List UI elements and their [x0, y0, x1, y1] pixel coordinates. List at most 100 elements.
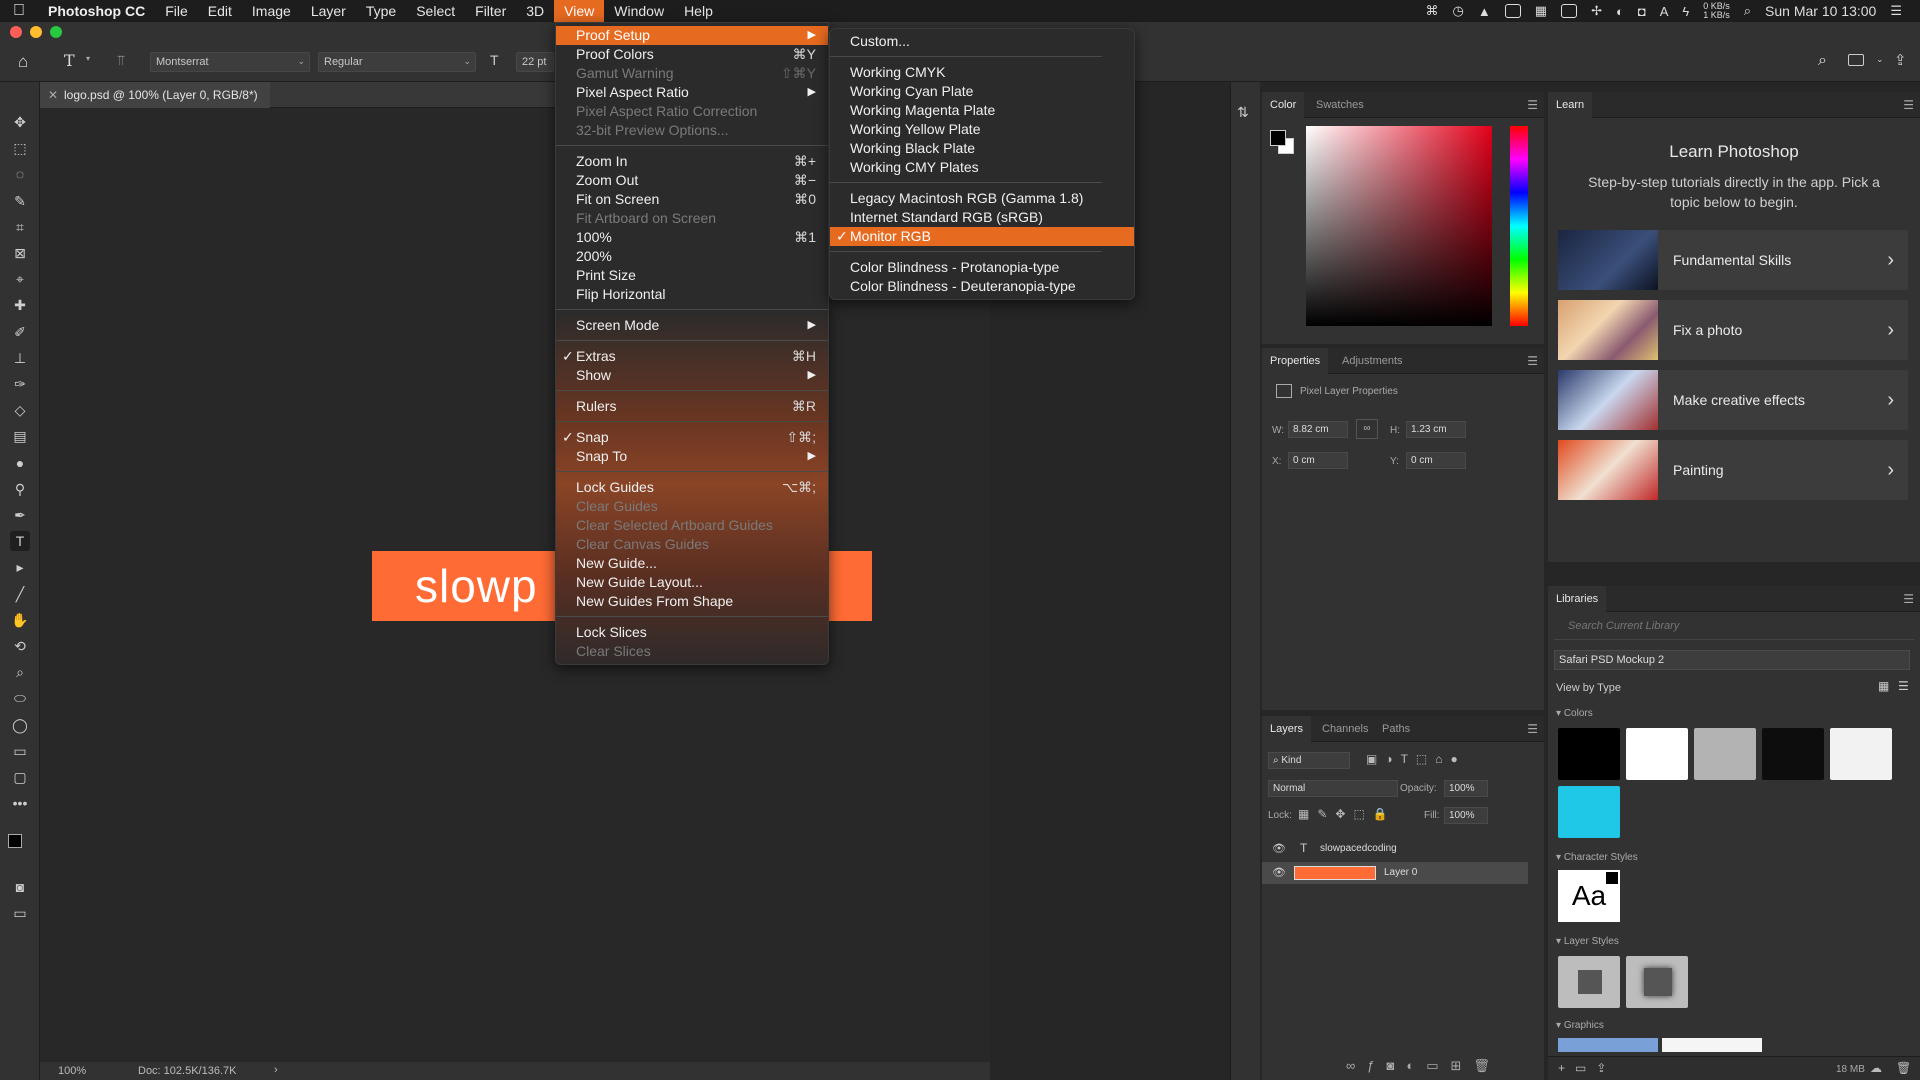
graphic-thumb-2[interactable]	[1662, 1038, 1762, 1052]
menu-item-rulers[interactable]: Rulers ⌘R	[556, 397, 828, 416]
history-brush-tool-icon[interactable]: ✑	[10, 374, 30, 394]
eyedropper-tool-icon[interactable]: ⌖	[10, 269, 30, 289]
bluetooth-icon[interactable]: ✢	[1591, 3, 1602, 19]
layer-filter-icons[interactable]: ▣◑T⬚⌂●	[1366, 752, 1466, 766]
library-color-swatch[interactable]	[1762, 728, 1824, 780]
width-field[interactable]: 8.82 cm	[1288, 421, 1348, 438]
menu-item-100[interactable]: 100% ⌘1	[556, 228, 828, 247]
menu-item-new-guide[interactable]: New Guide...	[556, 554, 828, 573]
hand-tool-icon[interactable]: ✋	[10, 610, 30, 630]
rotate-view-tool-icon[interactable]: ⟲	[10, 636, 30, 656]
stamp-tool-icon[interactable]: ⊥	[10, 348, 30, 368]
panel-menu-icon[interactable]: ☰	[1527, 722, 1538, 736]
color-field[interactable]	[1306, 126, 1492, 326]
screen-mode-icon[interactable]: ▭	[10, 903, 30, 923]
type-tool-preset-icon[interactable]: T	[64, 51, 75, 70]
list-view-icon[interactable]: ☰	[1898, 679, 1909, 693]
graphics-section-title[interactable]: ▾ Graphics	[1556, 1020, 1604, 1031]
pen-tool-icon[interactable]: ✒	[10, 505, 30, 525]
rectangle-tool-icon[interactable]: ▭	[10, 741, 30, 761]
panel-menu-icon[interactable]: ☰	[1527, 354, 1538, 368]
menu-item-pixel-aspect-ratio[interactable]: Pixel Aspect Ratio ▶	[556, 83, 828, 102]
document-tab[interactable]: ✕ logo.psd @ 100% (Layer 0, RGB/8*)	[40, 82, 270, 108]
menu-item-snap-to[interactable]: Snap To ▶	[556, 447, 828, 466]
x-field[interactable]: 0 cm	[1288, 452, 1348, 469]
menu-item-zoom-in[interactable]: Zoom In ⌘+	[556, 152, 828, 171]
menu-item-flip-horizontal[interactable]: Flip Horizontal	[556, 285, 828, 304]
fg-color-chip[interactable]	[1270, 130, 1286, 146]
spotlight-icon[interactable]: ⌕	[1744, 3, 1751, 19]
status-arrow-icon[interactable]: ›	[274, 1064, 278, 1076]
line-tool-icon[interactable]: ╱	[10, 584, 30, 604]
blend-mode-select[interactable]: Normal	[1268, 780, 1398, 797]
menu-type[interactable]: Type	[356, 0, 406, 22]
menu-item-lock-slices[interactable]: Lock Slices	[556, 623, 828, 642]
menu-item-color-blindness-protanopia-type[interactable]: Color Blindness - Protanopia-type	[830, 258, 1134, 277]
clock[interactable]: Sun Mar 10 13:00	[1765, 3, 1876, 19]
menu-item-new-guide-layout[interactable]: New Guide Layout...	[556, 573, 828, 592]
time-machine-icon[interactable]: ◷	[1453, 3, 1464, 19]
layer-style-2[interactable]	[1626, 956, 1688, 1008]
display-icon[interactable]	[1504, 4, 1521, 18]
menu-item-working-yellow-plate[interactable]: Working Yellow Plate	[830, 120, 1134, 139]
link-icon[interactable]: ∞	[1356, 419, 1378, 439]
ellipse-tool-icon[interactable]: ⬭	[10, 688, 30, 708]
menu-item-zoom-out[interactable]: Zoom Out ⌘−	[556, 171, 828, 190]
more-tools-icon[interactable]: •••	[10, 793, 30, 813]
doc-size[interactable]: Doc: 102.5K/136.7K	[138, 1065, 236, 1077]
library-color-swatch[interactable]	[1626, 728, 1688, 780]
menu-item-working-black-plate[interactable]: Working Black Plate	[830, 139, 1134, 158]
menu-item-200[interactable]: 200%	[556, 247, 828, 266]
menu-window[interactable]: Window	[604, 0, 674, 22]
menu-item-working-cyan-plate[interactable]: Working Cyan Plate	[830, 82, 1134, 101]
visibility-eye-icon[interactable]: 👁	[1272, 842, 1286, 855]
notification-center-icon[interactable]: ☰	[1890, 3, 1902, 19]
menu-item-custom[interactable]: Custom...	[830, 32, 1134, 51]
input-source-icon[interactable]: A	[1660, 4, 1669, 19]
tab-swatches[interactable]: Swatches	[1308, 92, 1372, 118]
learn-card[interactable]: Make creative effects ›	[1558, 370, 1908, 430]
library-color-swatch[interactable]	[1558, 728, 1620, 780]
menu-file[interactable]: File	[155, 0, 198, 22]
tab-learn[interactable]: Learn	[1548, 92, 1593, 118]
workspace-icon[interactable]	[1848, 54, 1864, 66]
foreground-color-swatch[interactable]	[8, 834, 22, 848]
crop-tool-icon[interactable]: ⌗	[10, 217, 30, 237]
menu-item-color-blindness-deuteranopia-type[interactable]: Color Blindness - Deuteranopia-type	[830, 277, 1134, 296]
menu-item-monitor-rgb[interactable]: ✓ Monitor RGB	[830, 227, 1134, 246]
height-field[interactable]: 1.23 cm	[1406, 421, 1466, 438]
colors-section-title[interactable]: ▾ Colors	[1556, 708, 1593, 719]
menu-item-snap[interactable]: ✓ Snap ⇧⌘;	[556, 428, 828, 447]
menu-item-working-magenta-plate[interactable]: Working Magenta Plate	[830, 101, 1134, 120]
tab-libraries[interactable]: Libraries	[1548, 586, 1607, 612]
app-name-menu[interactable]: Photoshop CC	[38, 3, 155, 19]
menu-item-new-guides-from-shape[interactable]: New Guides From Shape	[556, 592, 828, 611]
character-styles-title[interactable]: ▾ Character Styles	[1556, 852, 1638, 863]
healing-tool-icon[interactable]: ✚	[10, 295, 30, 315]
tab-properties[interactable]: Properties	[1262, 348, 1329, 374]
menu-image[interactable]: Image	[242, 0, 301, 22]
artwork-text[interactable]: slowp	[415, 551, 538, 621]
font-style-select[interactable]: Regular ⌄	[318, 52, 476, 72]
menu-item-show[interactable]: Show ▶	[556, 366, 828, 385]
font-family-select[interactable]: Montserrat ⌄	[150, 52, 310, 72]
visibility-eye-icon[interactable]: 👁	[1272, 866, 1286, 879]
learn-card[interactable]: Painting ›	[1558, 440, 1908, 500]
menu-item-print-size[interactable]: Print Size	[556, 266, 828, 285]
tab-paths[interactable]: Paths	[1374, 716, 1418, 742]
menu-layer[interactable]: Layer	[301, 0, 356, 22]
grid-icon[interactable]: ▦	[1535, 3, 1547, 19]
lock-icons[interactable]: ▦✎✥⬚🔒	[1298, 807, 1396, 821]
menu-item-proof-setup[interactable]: Proof Setup ▶	[556, 26, 828, 45]
move-tool-icon[interactable]: ✥	[10, 112, 30, 132]
learn-card[interactable]: Fix a photo ›	[1558, 300, 1908, 360]
library-search-input[interactable]: Search Current Library	[1554, 620, 1914, 640]
menu-item-proof-colors[interactable]: Proof Colors ⌘Y	[556, 45, 828, 64]
text-orientation-icon[interactable]: ⫪	[117, 52, 125, 69]
lock-icon[interactable]: ▲	[1478, 4, 1491, 19]
lasso-tool-icon[interactable]: ◌	[10, 164, 30, 184]
library-color-swatch[interactable]	[1694, 728, 1756, 780]
font-size-field[interactable]: 22 pt	[516, 52, 554, 72]
menu-view[interactable]: View	[554, 0, 605, 22]
sync-icon[interactable]: ☁	[1870, 1061, 1882, 1075]
